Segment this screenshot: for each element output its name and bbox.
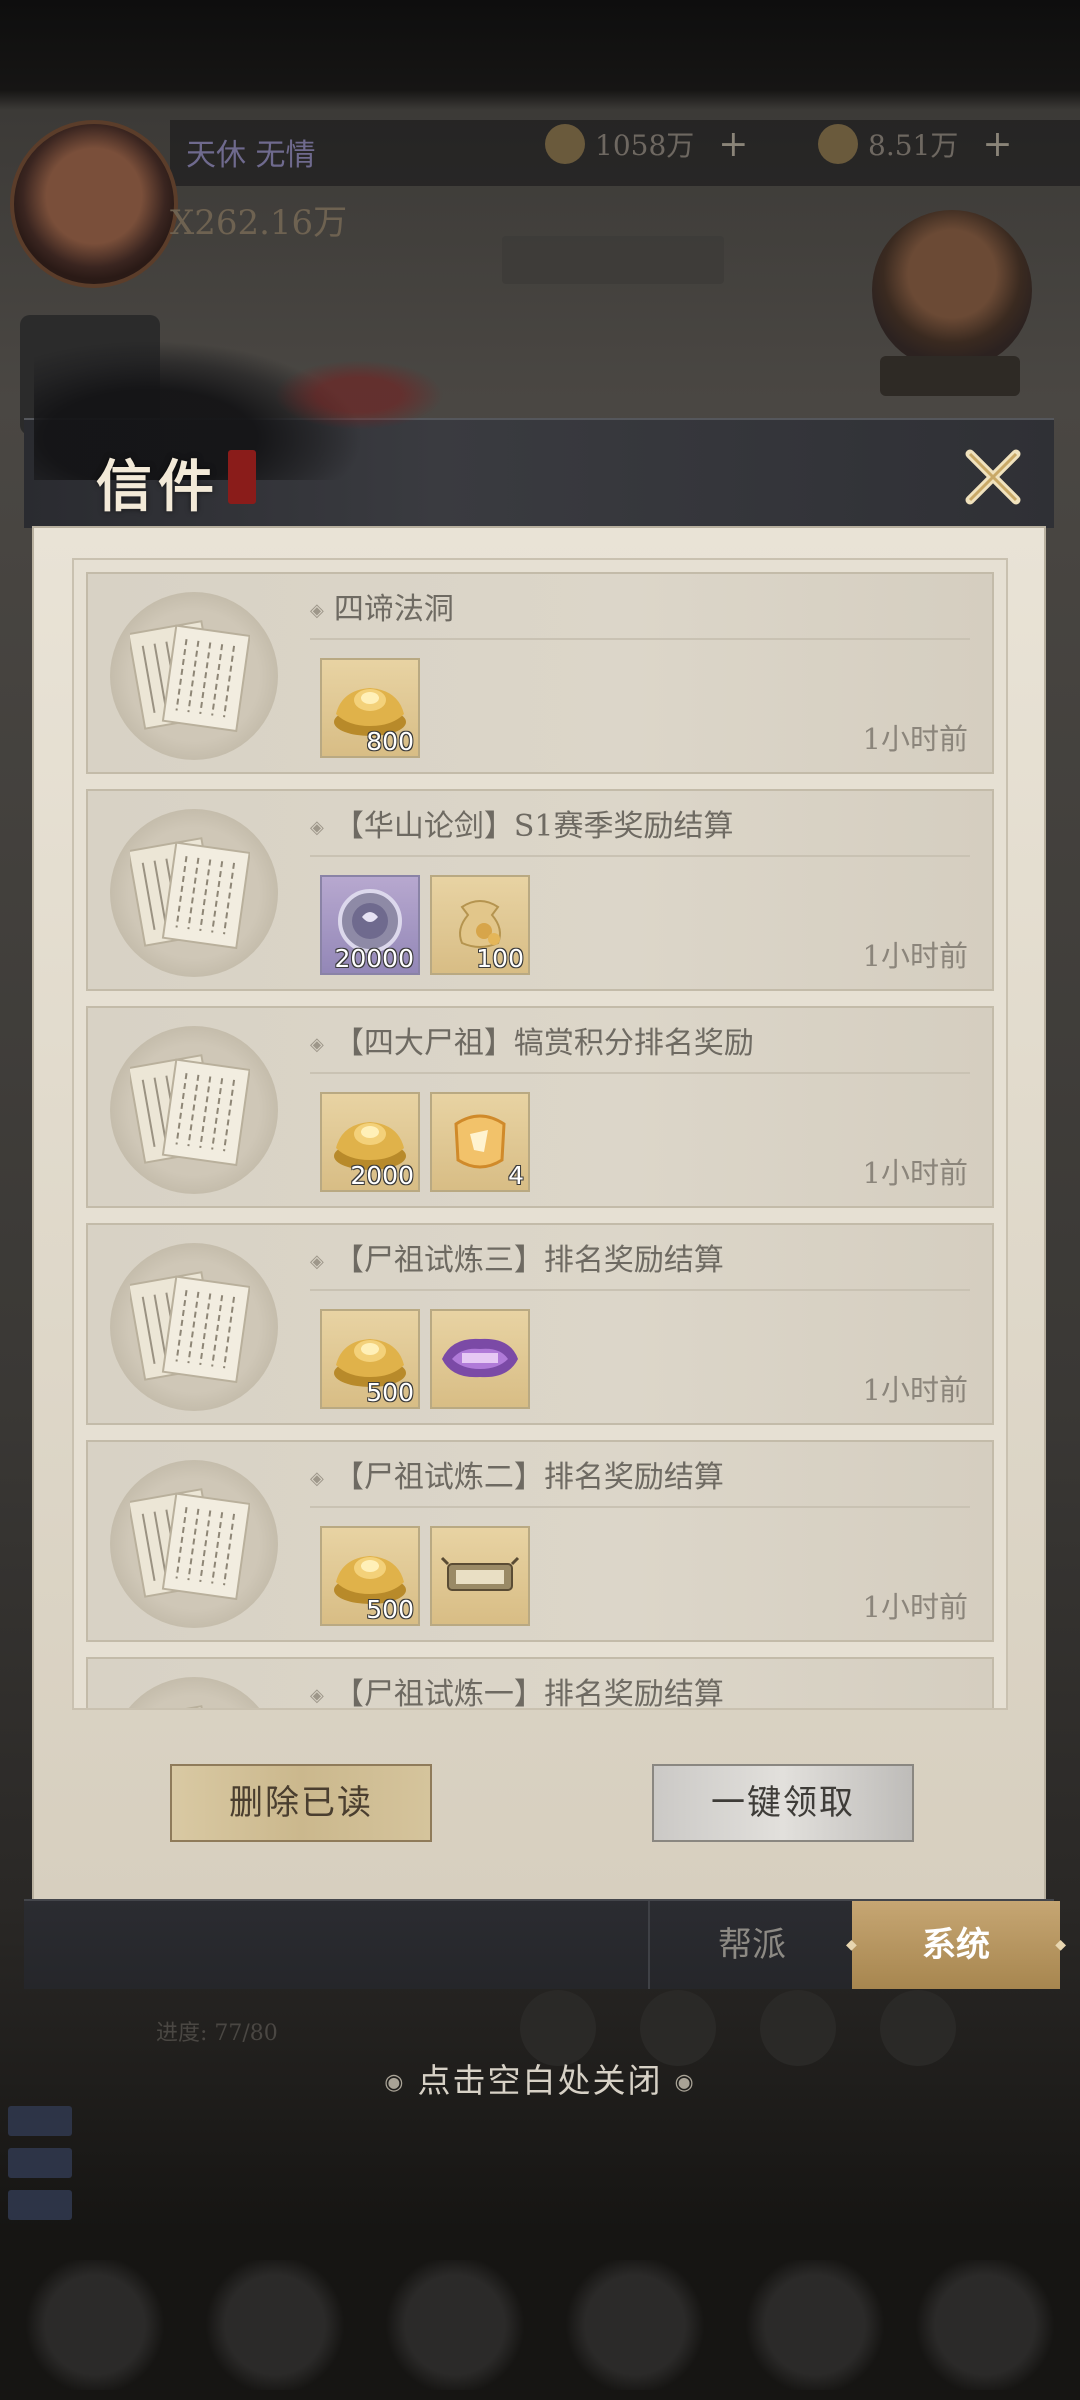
hero-portrait — [872, 210, 1032, 370]
hint-dot-icon: ◉ — [674, 2070, 696, 2095]
nav-icon — [560, 2260, 710, 2390]
nav-icon — [740, 2260, 890, 2390]
mail-item[interactable]: 【尸祖试炼二】排名奖励结算 500 1小时前 — [86, 1440, 994, 1642]
chat-line — [8, 2188, 72, 2222]
reward-list: 500 — [320, 1309, 530, 1409]
reward-item[interactable]: 800 — [320, 658, 420, 758]
letter-icon — [127, 1695, 250, 1708]
reward-item[interactable]: 500 — [320, 1309, 420, 1409]
tab-gang[interactable]: 帮派 — [648, 1901, 854, 1989]
add-gold-icon: + — [982, 123, 1013, 165]
reward-quantity: 4 — [508, 1161, 524, 1190]
player-name: 天休 无情 — [186, 138, 316, 173]
mail-dialog: 信件 四谛法洞8001小时前【华山论剑】S1赛季奖励结算200001001小时前… — [24, 340, 1066, 1989]
background-banner — [502, 236, 724, 284]
close-hint[interactable]: ◉ 点击空白处关闭 ◉ — [0, 2054, 1080, 2102]
reward-item[interactable]: 20000 — [320, 875, 420, 975]
reward-quantity: 800 — [366, 727, 414, 756]
progress-text: 进度: 77/80 — [156, 2021, 278, 2046]
reward-quantity: 2000 — [350, 1161, 414, 1190]
dialog-title: 信件 — [96, 454, 220, 520]
letter-icon — [127, 827, 251, 951]
divider — [310, 855, 970, 857]
reward-list: 2000 4 — [320, 1092, 530, 1192]
hint-dot-icon: ◉ — [384, 2070, 406, 2095]
mail-title: 【华山论剑】S1赛季奖励结算 — [310, 801, 734, 845]
nav-icon — [20, 2260, 170, 2390]
mail-title: 【尸祖试炼三】排名奖励结算 — [310, 1235, 724, 1279]
mail-list-frame: 四谛法洞8001小时前【华山论剑】S1赛季奖励结算200001001小时前【四大… — [72, 558, 1008, 1710]
reward-quantity: 100 — [476, 944, 524, 973]
dialog-header: 信件 — [24, 340, 1054, 528]
mail-item[interactable]: 【华山论剑】S1赛季奖励结算 20000 100 1小时前 — [86, 789, 994, 991]
mail-item[interactable]: 【四大尸祖】犒赏积分排名奖励 2000 4 1小时前 — [86, 1006, 994, 1208]
letter-icon — [127, 610, 251, 734]
mail-item[interactable]: 四谛法洞 800 1小时前 — [86, 572, 994, 774]
letter-icon — [127, 1478, 251, 1602]
mail-time: 1小时前 — [862, 1156, 968, 1190]
mail-time: 1小时前 — [862, 722, 968, 756]
player-avatar — [10, 120, 178, 288]
mail-item[interactable]: 【尸祖试炼一】排名奖励结算 — [86, 1657, 994, 1708]
letter-icon — [127, 1261, 251, 1385]
seal-stamp — [228, 450, 256, 504]
reward-item[interactable]: 2000 — [320, 1092, 420, 1192]
reward-item[interactable]: 4 — [430, 1092, 530, 1192]
chat-panel — [0, 2100, 1080, 2240]
letter-icon — [127, 1044, 251, 1168]
mail-title: 四谛法洞 — [310, 584, 454, 628]
gold-ingot-icon — [818, 124, 858, 164]
delete-read-button[interactable]: 删除已读 — [170, 1764, 432, 1842]
reward-quantity: 500 — [366, 1378, 414, 1407]
tab-system[interactable]: 系统 — [846, 1901, 1066, 1989]
reward-item[interactable]: 500 — [320, 1526, 420, 1626]
chat-line — [8, 2146, 72, 2180]
nav-icon — [910, 2260, 1060, 2390]
divider — [310, 638, 970, 640]
mail-title: 【四大尸祖】犒赏积分排名奖励 — [310, 1018, 754, 1062]
resource-gold: 8.51万 + — [818, 122, 1013, 166]
mail-time: 1小时前 — [862, 1373, 968, 1407]
reward-item[interactable]: 100 — [430, 875, 530, 975]
chat-line — [8, 2104, 72, 2138]
close-icon[interactable] — [958, 442, 1028, 512]
hero-tag — [880, 356, 1020, 396]
mail-time: 1小时前 — [862, 939, 968, 973]
claim-all-button[interactable]: 一键领取 — [652, 1764, 914, 1842]
mail-list[interactable]: 四谛法洞8001小时前【华山论剑】S1赛季奖励结算200001001小时前【四大… — [86, 572, 994, 1708]
nav-icon — [380, 2260, 530, 2390]
mail-item[interactable]: 【尸祖试炼三】排名奖励结算 500 1小时前 — [86, 1223, 994, 1425]
mail-tabbar: 帮派 系统 — [24, 1899, 1066, 1989]
reward-quantity: 20000 — [334, 944, 414, 973]
divider — [310, 1506, 970, 1508]
copper-coin-icon — [545, 124, 585, 164]
dialog-body: 四谛法洞8001小时前【华山论剑】S1赛季奖励结算200001001小时前【四大… — [32, 526, 1046, 1901]
mail-title: 【尸祖试炼二】排名奖励结算 — [310, 1452, 724, 1496]
resource-copper: 1058万 + — [545, 122, 748, 166]
reward-item[interactable] — [430, 1309, 530, 1409]
mail-time: 1小时前 — [862, 1590, 968, 1624]
divider — [310, 1289, 970, 1291]
mail-title: 【尸祖试炼一】排名奖励结算 — [310, 1669, 724, 1708]
reward-item[interactable] — [430, 1526, 530, 1626]
player-power: X262.16万 — [170, 203, 348, 243]
reward-list: 800 — [320, 658, 420, 758]
ink-decoration-red — [274, 360, 444, 430]
reward-list: 500 — [320, 1526, 530, 1626]
reward-list: 20000 100 — [320, 875, 530, 975]
divider — [310, 1072, 970, 1074]
nav-icon — [200, 2260, 350, 2390]
reward-quantity: 500 — [366, 1595, 414, 1624]
add-copper-icon: + — [718, 123, 749, 165]
